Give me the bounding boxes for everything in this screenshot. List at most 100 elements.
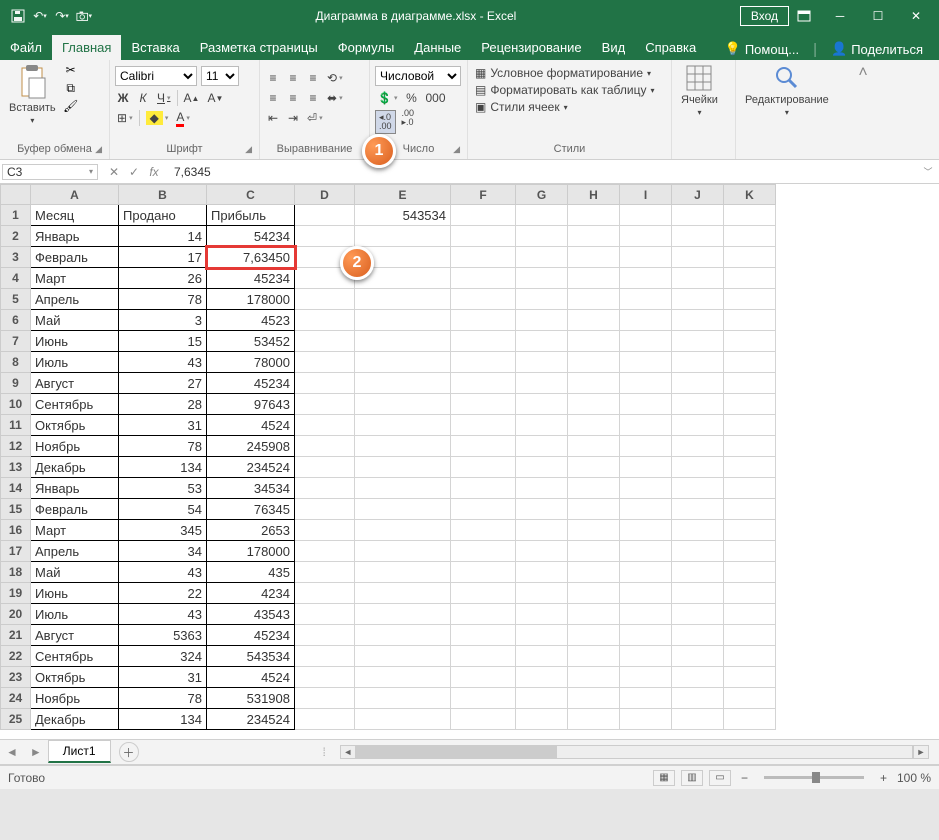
cell[interactable] xyxy=(724,268,776,289)
row-header[interactable]: 25 xyxy=(1,709,31,730)
col-header[interactable]: E xyxy=(355,185,451,205)
cell[interactable] xyxy=(568,289,620,310)
cell[interactable] xyxy=(355,562,451,583)
cell[interactable] xyxy=(355,436,451,457)
cell[interactable]: 178000 xyxy=(207,289,295,310)
sheet-nav-prev[interactable]: ◄ xyxy=(0,745,24,759)
cell[interactable] xyxy=(516,373,568,394)
row-header[interactable]: 18 xyxy=(1,562,31,583)
cell[interactable]: 78 xyxy=(119,436,207,457)
view-page-break-icon[interactable]: ▭ xyxy=(709,770,731,786)
cell[interactable] xyxy=(516,289,568,310)
cell[interactable] xyxy=(672,415,724,436)
cell[interactable] xyxy=(620,373,672,394)
cell[interactable]: 97643 xyxy=(207,394,295,415)
cell[interactable]: 43543 xyxy=(207,604,295,625)
cell[interactable] xyxy=(672,373,724,394)
cell[interactable] xyxy=(568,436,620,457)
cell[interactable] xyxy=(355,226,451,247)
row-header[interactable]: 14 xyxy=(1,478,31,499)
cell[interactable] xyxy=(568,331,620,352)
decrease-decimal-button[interactable]: .00▸.0 xyxy=(400,110,417,126)
cell[interactable] xyxy=(724,331,776,352)
cell[interactable] xyxy=(724,688,776,709)
cell[interactable] xyxy=(672,625,724,646)
row-header[interactable]: 23 xyxy=(1,667,31,688)
percent-format-icon[interactable]: % xyxy=(403,90,419,106)
cell[interactable] xyxy=(355,667,451,688)
cell[interactable]: Февраль xyxy=(31,247,119,268)
cell[interactable] xyxy=(620,709,672,730)
cell[interactable] xyxy=(724,310,776,331)
cell[interactable]: 31 xyxy=(119,667,207,688)
cell[interactable] xyxy=(516,625,568,646)
cell[interactable] xyxy=(724,667,776,688)
cell[interactable] xyxy=(724,625,776,646)
scroll-left-button[interactable]: ◄ xyxy=(340,745,356,759)
tab-formulas[interactable]: Формулы xyxy=(328,35,405,60)
cell[interactable] xyxy=(516,583,568,604)
cell[interactable] xyxy=(516,478,568,499)
cell[interactable] xyxy=(516,667,568,688)
cell[interactable] xyxy=(355,478,451,499)
cell[interactable] xyxy=(620,688,672,709)
cell[interactable] xyxy=(516,646,568,667)
cell[interactable]: Октябрь xyxy=(31,667,119,688)
cell[interactable] xyxy=(295,457,355,478)
cell[interactable] xyxy=(568,268,620,289)
cell[interactable] xyxy=(295,436,355,457)
cell[interactable] xyxy=(672,331,724,352)
row-header[interactable]: 17 xyxy=(1,541,31,562)
cell[interactable] xyxy=(620,646,672,667)
cell[interactable] xyxy=(568,205,620,226)
zoom-in-button[interactable]: + xyxy=(876,771,891,785)
cell[interactable] xyxy=(451,478,516,499)
cell[interactable] xyxy=(568,646,620,667)
tab-help[interactable]: Справка xyxy=(635,35,706,60)
cell[interactable] xyxy=(295,625,355,646)
row-header[interactable]: 19 xyxy=(1,583,31,604)
cell[interactable] xyxy=(724,394,776,415)
col-header[interactable]: D xyxy=(295,185,355,205)
dialog-launcher-icon[interactable]: ◢ xyxy=(453,144,460,155)
editing-button[interactable]: Редактирование▾ xyxy=(741,62,833,119)
cell[interactable]: Июнь xyxy=(31,331,119,352)
cell[interactable] xyxy=(451,688,516,709)
cell[interactable] xyxy=(568,688,620,709)
cell[interactable] xyxy=(516,352,568,373)
cell[interactable]: Ноябрь xyxy=(31,688,119,709)
cell[interactable]: Январь xyxy=(31,226,119,247)
cell[interactable] xyxy=(451,394,516,415)
orientation-icon[interactable]: ⟲ xyxy=(325,70,345,86)
dialog-launcher-icon[interactable]: ◢ xyxy=(245,144,252,155)
cell[interactable]: Февраль xyxy=(31,499,119,520)
cell[interactable] xyxy=(451,205,516,226)
tab-insert[interactable]: Вставка xyxy=(121,35,189,60)
dialog-launcher-icon[interactable]: ◢ xyxy=(95,144,102,155)
cell[interactable] xyxy=(451,268,516,289)
cell[interactable] xyxy=(451,709,516,730)
cell[interactable]: 28 xyxy=(119,394,207,415)
cell[interactable]: 435 xyxy=(207,562,295,583)
cell[interactable] xyxy=(724,289,776,310)
cell[interactable]: Апрель xyxy=(31,289,119,310)
row-header[interactable]: 12 xyxy=(1,436,31,457)
align-middle-icon[interactable]: ≡ xyxy=(285,70,301,86)
cell[interactable] xyxy=(724,709,776,730)
cell[interactable] xyxy=(724,604,776,625)
cell[interactable] xyxy=(516,457,568,478)
cell[interactable] xyxy=(672,520,724,541)
zoom-slider[interactable] xyxy=(764,776,864,779)
row-header[interactable]: 15 xyxy=(1,499,31,520)
cell[interactable]: 3 xyxy=(119,310,207,331)
cell[interactable] xyxy=(724,352,776,373)
cell[interactable] xyxy=(568,604,620,625)
cell[interactable] xyxy=(516,268,568,289)
cell[interactable] xyxy=(295,541,355,562)
cell[interactable]: 345 xyxy=(119,520,207,541)
cell[interactable] xyxy=(451,604,516,625)
cell[interactable]: Январь xyxy=(31,478,119,499)
col-header[interactable]: K xyxy=(724,185,776,205)
insert-function-icon[interactable]: fx xyxy=(146,165,162,179)
cell[interactable] xyxy=(355,520,451,541)
